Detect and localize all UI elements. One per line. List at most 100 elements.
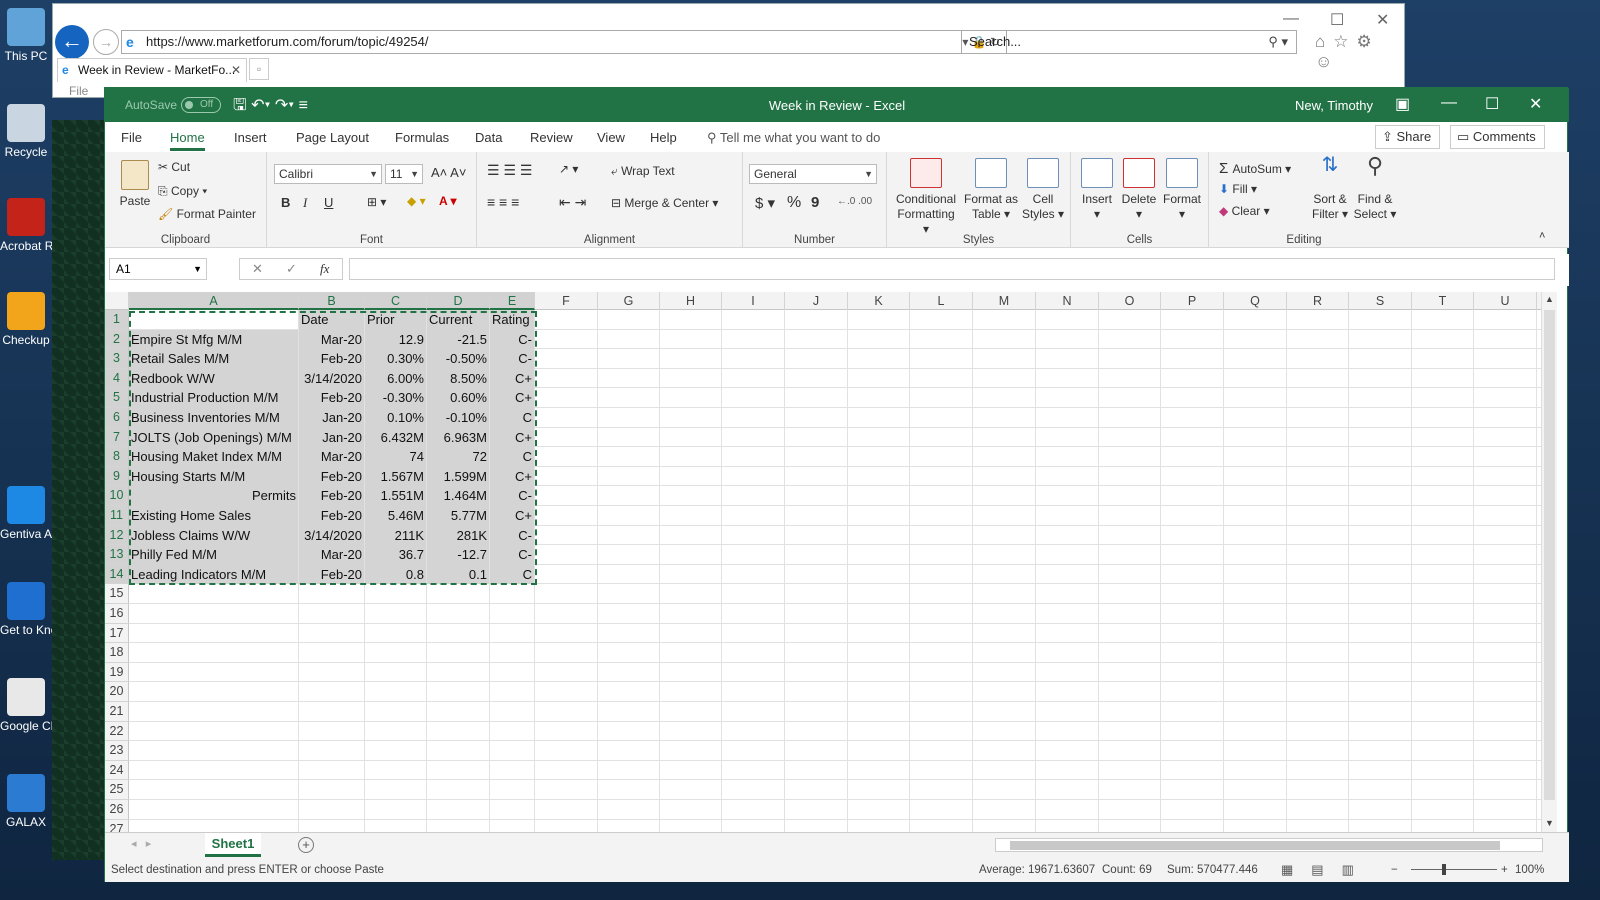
cell[interactable]: Prior (365, 310, 427, 330)
select-all-corner[interactable] (105, 292, 129, 310)
cell[interactable] (1412, 623, 1474, 644)
cell[interactable] (722, 349, 785, 369)
cell[interactable] (660, 564, 722, 585)
cell[interactable] (1161, 604, 1224, 624)
cell[interactable] (1349, 760, 1412, 781)
zoom-thumb[interactable] (1442, 864, 1446, 875)
row-header[interactable]: 13 (105, 545, 129, 565)
cell[interactable] (1287, 466, 1349, 487)
cell[interactable] (535, 447, 598, 467)
cell[interactable] (299, 662, 365, 683)
cell[interactable] (1287, 447, 1349, 467)
cell[interactable] (785, 780, 848, 800)
cell[interactable] (910, 682, 973, 702)
cell[interactable] (910, 486, 973, 506)
cell[interactable] (1474, 800, 1537, 820)
cell[interactable]: Jobless Claims W/W (129, 525, 299, 546)
cell[interactable] (535, 741, 598, 761)
cell[interactable] (1224, 604, 1287, 624)
cell[interactable] (365, 643, 427, 663)
cell[interactable] (535, 800, 598, 820)
cell[interactable] (1349, 486, 1412, 506)
cell[interactable] (1161, 623, 1224, 644)
cell[interactable] (598, 310, 660, 330)
column-header[interactable]: E (490, 292, 535, 310)
tell-me-box[interactable]: ⚲ Tell me what you want to do (707, 130, 880, 146)
cell[interactable] (1036, 819, 1099, 832)
column-header[interactable]: B (299, 292, 365, 310)
cell[interactable] (1224, 368, 1287, 389)
cell[interactable] (1287, 349, 1349, 369)
cell[interactable] (785, 584, 848, 604)
cell[interactable] (1099, 721, 1161, 742)
collapse-ribbon-icon[interactable]: ˄ (1539, 230, 1545, 242)
view-buttons[interactable]: ▦▤▥ (1281, 858, 1372, 882)
cell[interactable] (365, 741, 427, 761)
cell[interactable] (535, 604, 598, 624)
cell[interactable] (910, 466, 973, 487)
cell[interactable] (848, 545, 910, 565)
desktop-icon[interactable]: Recycle (0, 104, 52, 160)
browser-toolbar-icons[interactable]: ⌂☆⚙☺ (1315, 32, 1404, 72)
cell[interactable] (660, 584, 722, 604)
cell[interactable]: 8.50% (427, 368, 490, 389)
cell[interactable] (1474, 329, 1537, 350)
cell[interactable] (535, 584, 598, 604)
cell[interactable] (722, 682, 785, 702)
cell[interactable] (598, 427, 660, 448)
cell[interactable] (660, 800, 722, 820)
cell[interactable]: 6.963M (427, 427, 490, 448)
cell[interactable]: Housing Starts M/M (129, 466, 299, 487)
cell[interactable] (490, 682, 535, 702)
row-header[interactable]: 25 (105, 780, 129, 800)
close-icon[interactable]: ✕ (1376, 10, 1389, 30)
cell[interactable] (535, 486, 598, 506)
comments-button[interactable]: ▭ Comments (1450, 125, 1545, 149)
cell[interactable] (1287, 800, 1349, 820)
cell[interactable] (1036, 643, 1099, 663)
cell[interactable] (1287, 525, 1349, 546)
cell[interactable] (1224, 349, 1287, 369)
cell[interactable] (1224, 329, 1287, 350)
cell[interactable] (722, 643, 785, 663)
cell[interactable] (598, 702, 660, 722)
cell[interactable] (660, 721, 722, 742)
cell[interactable] (1474, 819, 1537, 832)
cancel-icon[interactable]: ✕ (252, 259, 263, 279)
cell[interactable] (1474, 643, 1537, 663)
cell[interactable] (1287, 486, 1349, 506)
cell[interactable] (1099, 466, 1161, 487)
copy-button[interactable]: ⎘ Copy ▾ (158, 184, 207, 199)
cell[interactable] (365, 760, 427, 781)
cell[interactable] (365, 819, 427, 832)
cell[interactable] (660, 506, 722, 526)
cell[interactable]: Feb-20 (299, 349, 365, 369)
column-header[interactable]: H (660, 292, 722, 310)
cell[interactable] (1036, 525, 1099, 546)
cell[interactable]: C- (490, 486, 535, 506)
column-header[interactable]: P (1161, 292, 1224, 310)
desktop-icon[interactable]: Gentiva Apps Lo (0, 486, 52, 542)
cell[interactable] (1349, 447, 1412, 467)
row-header[interactable]: 3 (105, 349, 129, 369)
cell[interactable] (1036, 564, 1099, 585)
row-header[interactable]: 1 (105, 310, 129, 330)
cell[interactable] (785, 800, 848, 820)
cell[interactable] (660, 408, 722, 428)
cell[interactable] (427, 643, 490, 663)
cell[interactable] (1036, 702, 1099, 722)
bold-button[interactable]: B (281, 195, 290, 210)
cell[interactable] (848, 741, 910, 761)
cell[interactable] (1224, 643, 1287, 663)
cell[interactable] (129, 819, 299, 832)
cell[interactable] (1412, 388, 1474, 408)
cell[interactable] (1099, 564, 1161, 585)
cell[interactable]: -0.30% (365, 388, 427, 408)
cell[interactable] (973, 466, 1036, 487)
tab-help[interactable]: Help (650, 130, 677, 145)
scroll-down-icon[interactable]: ▼ (1545, 818, 1554, 828)
cell[interactable] (129, 721, 299, 742)
cell[interactable]: 5.77M (427, 506, 490, 526)
cell[interactable] (1099, 702, 1161, 722)
cell[interactable] (1099, 447, 1161, 467)
